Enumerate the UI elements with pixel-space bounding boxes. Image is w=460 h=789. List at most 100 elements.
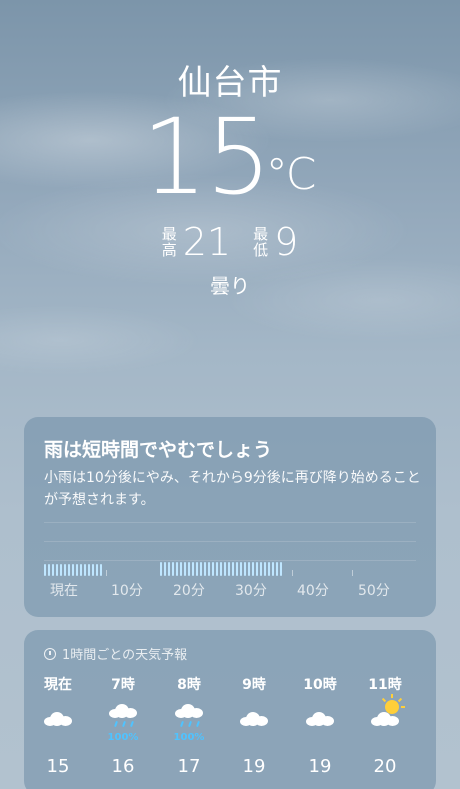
rain-bar xyxy=(252,562,254,576)
hour-item-7[interactable]: 7時 100% 16 xyxy=(93,674,153,777)
rain-tick xyxy=(106,570,107,576)
hour-temperature: 15 xyxy=(46,756,70,777)
rain-card-description: 小雨は10分後にやみ、それから9分後に再び降り始めることが予想されます。 xyxy=(44,470,421,508)
high-low: 最 高 21 最 低 9 xyxy=(0,220,460,264)
rain-time-axis: 現在 10分 20分 30分 40分 50分 xyxy=(0,580,460,600)
hour-temperature: 17 xyxy=(177,756,201,777)
rain-bar xyxy=(48,564,50,576)
rain-bar xyxy=(72,564,74,576)
rain-bar xyxy=(232,562,234,576)
rain-bar xyxy=(76,564,78,576)
rain-bar xyxy=(220,562,222,576)
rain-bar xyxy=(160,562,162,576)
hour-time: 現在 xyxy=(44,677,72,693)
weather-condition: 曇り xyxy=(210,274,250,298)
rain-tick xyxy=(292,570,293,576)
precip-probability: 100% xyxy=(173,732,205,743)
axis-label-50: 50分 xyxy=(358,583,390,599)
rain-bar xyxy=(52,564,54,576)
rain-bar xyxy=(172,562,174,576)
rain-bar xyxy=(256,562,258,576)
hour-item-8[interactable]: 8時 100% 17 xyxy=(159,674,219,777)
rain-bar xyxy=(276,562,278,576)
hourly-header-label: 1時間ごとの天気予報 xyxy=(62,648,188,663)
rain-bar xyxy=(188,562,190,576)
rain-bar xyxy=(56,564,58,576)
low-label: 最 低 xyxy=(253,226,268,258)
rain-bar xyxy=(200,562,202,576)
hour-temperature: 19 xyxy=(242,756,266,777)
cloud-icon xyxy=(290,698,350,752)
temperature-value: 15 xyxy=(141,96,271,218)
clock-icon xyxy=(44,647,56,660)
rain-tick xyxy=(352,570,353,576)
hour-time: 10時 xyxy=(303,677,337,693)
rain-bar xyxy=(180,562,182,576)
low-label-top: 最 xyxy=(253,225,269,243)
rain-bar xyxy=(224,562,226,576)
rain-bar xyxy=(244,562,246,576)
hour-item-now[interactable]: 現在 15 xyxy=(28,674,88,777)
rain-bar xyxy=(64,564,66,576)
rain-bar xyxy=(44,564,46,576)
hour-time: 9時 xyxy=(242,677,266,693)
rain-bar xyxy=(208,562,210,576)
rain-bar xyxy=(260,562,262,576)
rain-bar xyxy=(192,562,194,576)
rain-bar xyxy=(268,562,270,576)
rain-bar xyxy=(164,562,166,576)
temperature-unit: °C xyxy=(265,149,317,200)
hourly-forecast-card[interactable]: 1時間ごとの天気予報 現在 15 7時 100% 16 8時 100% 17 9… xyxy=(24,630,436,789)
partly-sunny-icon xyxy=(355,694,415,752)
rain-bar xyxy=(240,562,242,576)
cloud-rain-icon: 100% xyxy=(93,698,153,752)
hour-time: 8時 xyxy=(177,677,201,693)
rain-bar xyxy=(228,562,230,576)
rain-card-title: 雨は短時間でやむでしょう xyxy=(44,439,273,461)
axis-label-30: 30分 xyxy=(235,583,267,599)
rain-bar xyxy=(92,564,94,576)
rain-bar xyxy=(196,562,198,576)
rain-bar xyxy=(80,564,82,576)
rain-gridline xyxy=(44,560,416,561)
hour-item-11[interactable]: 11時 20 xyxy=(355,674,415,777)
rain-bar xyxy=(168,562,170,576)
rain-bar xyxy=(68,564,70,576)
rain-bar xyxy=(248,562,250,576)
high-label: 最 高 xyxy=(162,226,177,258)
low-temperature: 9 xyxy=(274,220,299,264)
hour-item-9[interactable]: 9時 19 xyxy=(224,674,284,777)
hour-temperature: 20 xyxy=(373,756,397,777)
high-temperature: 21 xyxy=(182,220,232,264)
hour-time: 11時 xyxy=(368,677,402,693)
hour-item-10[interactable]: 10時 19 xyxy=(290,674,350,777)
rain-bar xyxy=(100,564,102,576)
rain-bar xyxy=(84,564,86,576)
axis-label-now: 現在 xyxy=(50,583,78,599)
hour-temperature: 16 xyxy=(111,756,135,777)
rain-bar xyxy=(176,562,178,576)
rain-bar xyxy=(96,564,98,576)
current-temperature: 15°C xyxy=(0,105,460,231)
high-label-bottom: 高 xyxy=(161,241,177,259)
hour-temperature: 19 xyxy=(308,756,332,777)
cloud-rain-icon: 100% xyxy=(159,698,219,752)
rain-bar xyxy=(272,562,274,576)
cloud-icon xyxy=(224,698,284,752)
cloud-icon xyxy=(28,698,88,752)
rain-bar xyxy=(212,562,214,576)
precip-probability: 100% xyxy=(107,732,139,743)
axis-label-10: 10分 xyxy=(111,583,143,599)
rain-gridline xyxy=(44,522,416,523)
hour-time: 7時 xyxy=(111,677,135,693)
rain-bar xyxy=(184,562,186,576)
rain-bar xyxy=(60,564,62,576)
axis-label-20: 20分 xyxy=(173,583,205,599)
axis-label-40: 40分 xyxy=(297,583,329,599)
high-label-top: 最 xyxy=(161,225,177,243)
rain-bar xyxy=(204,562,206,576)
rain-bar xyxy=(88,564,90,576)
rain-bar xyxy=(280,562,282,576)
rain-gridline xyxy=(44,541,416,542)
rain-bar xyxy=(264,562,266,576)
